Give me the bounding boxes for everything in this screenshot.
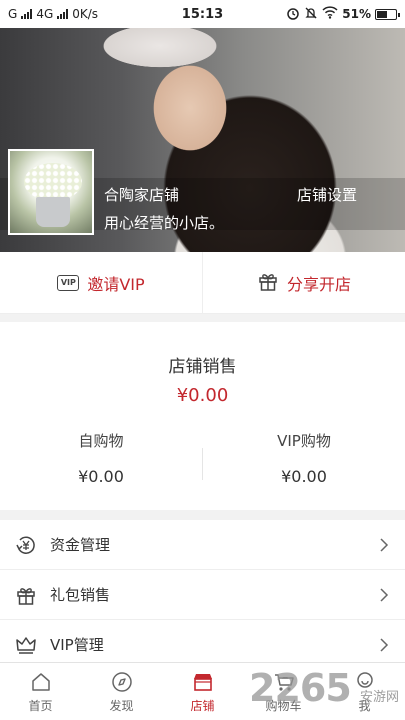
menu-item-gift-sales[interactable]: 礼包销售 [0,570,405,620]
menu-item-label: VIP管理 [50,636,104,654]
network-speed: 0K/s [72,7,99,21]
tab-discover[interactable]: 发现 [81,663,162,720]
shop-avatar[interactable] [8,149,94,235]
vip-purchase-label: VIP购物 [277,432,331,450]
shop-banner: 合陶家店铺 用心经营的小店。 店铺设置 [0,28,405,252]
menu-item-label: 资金管理 [50,536,111,554]
chevron-right-icon [377,637,391,652]
carrier-label: G [8,7,18,21]
site-watermark: 2265 安游网 [249,666,401,714]
battery-level: 51% [342,7,371,21]
signal-icon [21,9,33,19]
invite-vip-button[interactable]: VIP 邀请VIP [0,252,202,313]
network-type: 4G [36,7,54,21]
tab-home[interactable]: 首页 [0,663,81,720]
store-icon [191,670,215,694]
battery-icon [375,8,400,20]
shop-actions: VIP 邀请VIP 分享开店 [0,252,405,314]
sales-total: ¥0.00 [176,385,229,406]
status-bar: G 4G 0K/s 15:13 51% [0,0,405,28]
shop-name: 合陶家店铺 [104,186,180,204]
vip-purchase-value: ¥0.00 [281,467,327,486]
signal-icon [57,9,69,19]
self-purchase-value: ¥0.00 [78,467,124,486]
gift-icon [14,583,38,607]
watermark-number: 2265 [249,666,352,710]
home-icon [29,670,53,694]
chevron-right-icon [377,537,391,552]
menu-item-label: 礼包销售 [50,586,111,604]
tab-label: 店铺 [190,698,215,713]
flower-image [24,163,82,201]
fund-icon [14,533,38,557]
compass-icon [110,670,134,694]
tab-label: 首页 [28,698,53,713]
share-shop-button[interactable]: 分享开店 [202,252,405,313]
self-purchase-label: 自购物 [78,432,124,450]
menu-item-fund-management[interactable]: 资金管理 [0,520,405,570]
tab-label: 发现 [109,698,134,713]
invite-vip-label: 邀请VIP [87,274,145,294]
watermark-text: 安游网 [359,690,399,705]
shop-menu: 资金管理 礼包销售 VIP管理 [0,520,405,670]
crown-icon [14,633,38,657]
vip-purchase-stat: VIP购物 ¥0.00 [203,430,405,486]
silent-icon [304,6,318,23]
wifi-icon [322,6,338,22]
shop-description: 用心经营的小店。 [104,214,225,232]
sales-title: 店铺销售 [168,357,237,377]
shop-settings-button[interactable]: 店铺设置 [297,184,357,205]
chevron-right-icon [377,587,391,602]
tab-store[interactable]: 店铺 [162,663,243,720]
vip-icon: VIP [57,274,80,291]
gift-icon [257,270,279,296]
pot-image [36,197,70,227]
sales-panel: 店铺销售 ¥0.00 自购物 ¥0.00 VIP购物 ¥0.00 [0,322,405,510]
self-purchase-stat: 自购物 ¥0.00 [0,430,202,486]
share-shop-label: 分享开店 [286,274,351,294]
alarm-icon [286,6,300,23]
